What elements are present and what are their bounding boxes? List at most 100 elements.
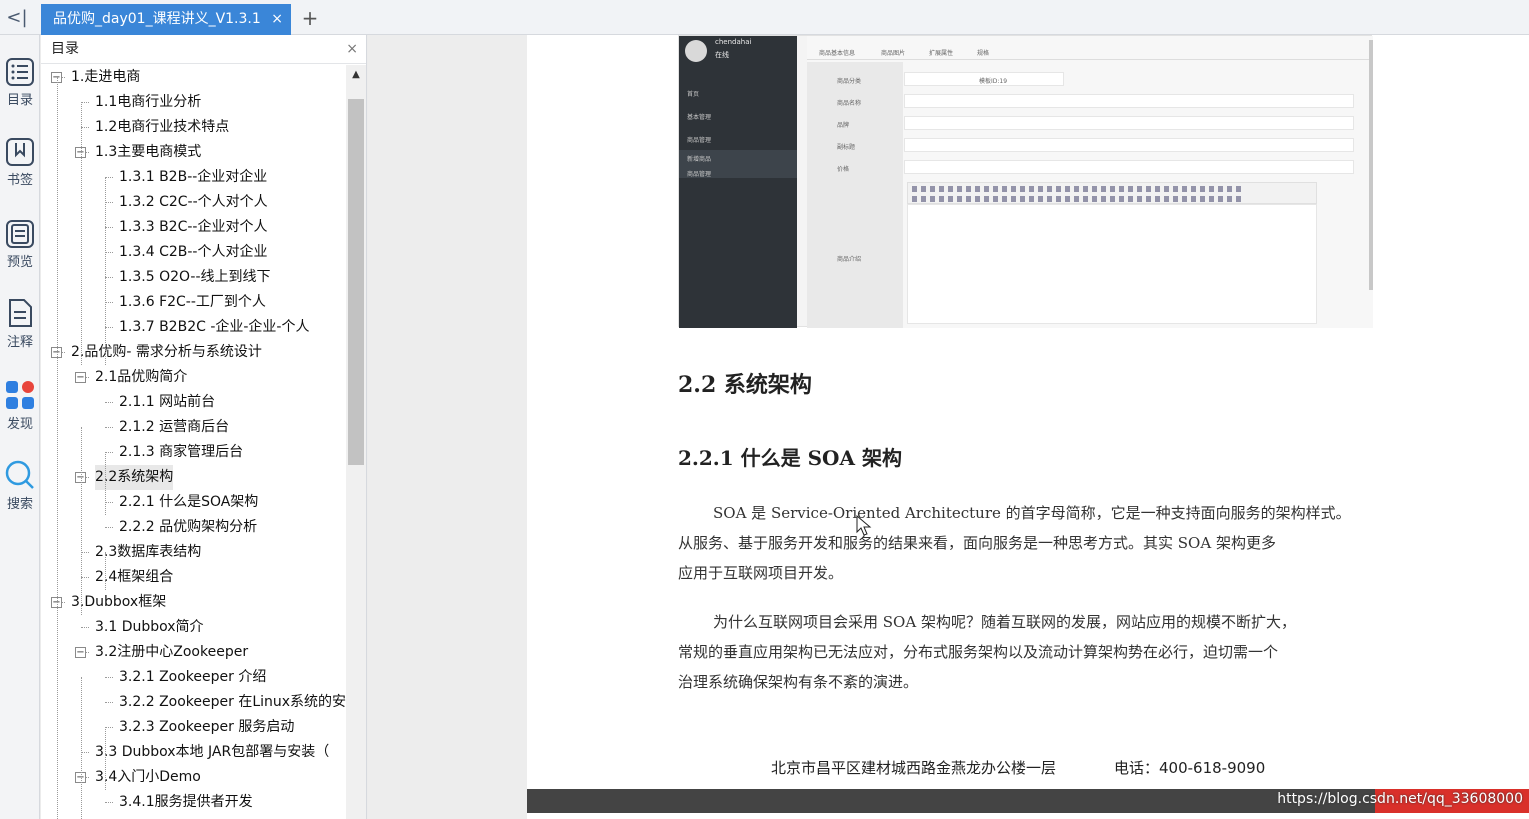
- toc-item[interactable]: 1.1电商行业分析: [95, 90, 201, 115]
- new-tab-button[interactable]: +: [298, 4, 322, 32]
- close-tab-icon[interactable]: ×: [271, 4, 283, 35]
- tree-connector: [81, 552, 89, 553]
- toc-item[interactable]: 3.Dubbox框架: [71, 590, 166, 615]
- toc-scrollbar[interactable]: ▲: [346, 65, 366, 819]
- tree-connector: [105, 427, 113, 428]
- tree-guide: [105, 727, 106, 790]
- screenshot-tabrow: 商品基本信息 商品图片 扩展属性 规格: [807, 44, 1373, 60]
- tree-connector: [105, 802, 113, 803]
- tree-connector: [105, 402, 113, 403]
- toc-item[interactable]: 2.1.3 商家管理后台: [119, 440, 243, 465]
- rail-label: 预览: [6, 255, 33, 270]
- close-toc-icon[interactable]: ×: [346, 35, 358, 63]
- screenshot-label: 副标题: [837, 144, 856, 151]
- tree-guide: [105, 177, 106, 365]
- toc-item[interactable]: 1.3.6 F2C--工厂到个人: [119, 290, 266, 315]
- toc-item[interactable]: 2.2.2 品优购架构分析: [119, 515, 257, 540]
- tree-connector: [81, 577, 89, 578]
- screenshot-input: [904, 94, 1354, 108]
- tree-connector: [105, 527, 113, 528]
- screenshot-tab: 商品基本信息: [819, 50, 856, 57]
- screenshot-template-id: 模板ID:19: [979, 78, 1008, 85]
- footer-address: 北京市昌平区建材城西路金燕龙办公楼一层: [771, 759, 1057, 777]
- toc-item[interactable]: 2.3数据库表结构: [95, 540, 201, 565]
- rail-annotation[interactable]: 注释: [0, 297, 40, 350]
- toc-item[interactable]: 2.1品优购简介: [95, 365, 187, 390]
- toc-item[interactable]: 1.3.3 B2C--企业对个人: [119, 215, 267, 240]
- tree-guide: [105, 452, 106, 515]
- screenshot-menu-item: 基本管理: [687, 114, 712, 121]
- toc-item[interactable]: 3.3 Dubbox本地 JAR包部署与安装（: [95, 740, 329, 765]
- toc-item[interactable]: 3.2.2 Zookeeper 在Linux系统的安: [119, 690, 346, 715]
- screenshot-sidebar: chendahai 在线 首页 基本管理 商品管理 新增商品 商品管理: [679, 36, 797, 328]
- toc-title: 目录: [51, 41, 79, 57]
- screenshot-editor-toolbar: [907, 182, 1317, 204]
- viewer-background: [368, 35, 527, 819]
- rail-search[interactable]: 搜索: [0, 459, 40, 512]
- watermark: https://blog.csdn.net/qq_33608000: [1277, 791, 1523, 807]
- scroll-thumb[interactable]: [348, 99, 364, 465]
- toc-item[interactable]: 3.4入门小Demo: [95, 765, 201, 790]
- toc-item[interactable]: 1.2电商行业技术特点: [95, 115, 229, 140]
- preview-icon: [6, 220, 34, 248]
- screenshot-editor: [907, 204, 1317, 324]
- screenshot-input: [904, 116, 1354, 130]
- tree-connector: [81, 752, 89, 753]
- paragraph-line: 应用于互联网项目开发。: [678, 564, 844, 582]
- collapse-sidebar-button[interactable]: <|: [2, 5, 32, 31]
- document-tab-title: 品优购_day01_课程讲义_V1.3.1: [53, 11, 261, 27]
- screenshot-label: 商品介绍: [837, 256, 862, 263]
- document-tab[interactable]: 品优购_day01_课程讲义_V1.3.1 ×: [41, 4, 291, 35]
- toc-item[interactable]: 2.2系统架构: [95, 465, 174, 490]
- tree-guide: [81, 427, 82, 615]
- toc-item[interactable]: 3.2注册中心Zookeeper: [95, 640, 248, 665]
- rail-preview[interactable]: 预览: [0, 219, 40, 270]
- toc-item[interactable]: 3.4.1服务提供者开发: [119, 790, 253, 815]
- toc-item[interactable]: 1.3.5 O2O--线上到线下: [119, 265, 271, 290]
- rail-toc[interactable]: 目录: [0, 57, 40, 108]
- toc-item[interactable]: 1.3主要电商模式: [95, 140, 201, 165]
- discover-icon: [6, 381, 34, 409]
- tree-connector: [105, 677, 113, 678]
- rail-label: 注释: [6, 335, 33, 350]
- toc-item[interactable]: 2.4框架组合: [95, 565, 173, 590]
- toc-item[interactable]: 2.2.1 什么是SOA架构: [119, 490, 258, 515]
- tree-connector: [105, 327, 113, 328]
- toc-item[interactable]: 1.3.1 B2B--企业对企业: [119, 165, 267, 190]
- rail-bookmark[interactable]: 书签: [0, 137, 40, 188]
- document-page: chendahai 在线 首页 基本管理 商品管理 新增商品 商品管理 商品基本…: [527, 35, 1529, 819]
- screenshot-toolbar-icons: [912, 196, 1242, 202]
- screenshot-status: 在线: [715, 51, 729, 59]
- scroll-up-icon[interactable]: ▲: [350, 69, 362, 81]
- screenshot-avatar: [685, 40, 707, 62]
- collapse-toggle-icon[interactable]: −: [75, 372, 86, 383]
- toc-item[interactable]: 2.1.2 运营商后台: [119, 415, 229, 440]
- toc-item[interactable]: 2.品优购- 需求分析与系统设计: [71, 340, 262, 365]
- toc-header: 目录 ×: [41, 35, 366, 64]
- tree-connector: [105, 202, 113, 203]
- section-heading: 2.2 系统架构: [678, 372, 812, 398]
- subsection-heading: 2.2.1 什么是 SOA 架构: [678, 446, 902, 470]
- tree-connector: [105, 452, 113, 453]
- toc-item[interactable]: 2.1.1 网站前台: [119, 390, 215, 415]
- screenshot-tab: 商品图片: [881, 50, 906, 57]
- toc-item[interactable]: 3.2.3 Zookeeper 服务启动: [119, 715, 294, 740]
- toc-item[interactable]: 3.1 Dubbox简介: [95, 615, 204, 640]
- screenshot-label: 价格: [837, 166, 850, 173]
- tree-connector: [105, 277, 113, 278]
- paragraph-line: SOA 是 Service-Oriented Architecture 的首字母…: [713, 504, 1351, 522]
- rail-discover[interactable]: 发现: [0, 379, 40, 432]
- tree-connector: [105, 727, 113, 728]
- collapse-toggle-icon[interactable]: −: [75, 647, 86, 658]
- screenshot-tab: 扩展属性: [929, 50, 954, 57]
- toc-item[interactable]: 1.3.7 B2B2C -企业-企业-个人: [119, 315, 309, 340]
- screenshot-label: 品牌: [837, 122, 850, 129]
- toc-item[interactable]: 3.2.1 Zookeeper 介绍: [119, 665, 266, 690]
- rail-label: 搜索: [6, 497, 33, 512]
- toc-item[interactable]: 1.走进电商: [71, 65, 140, 90]
- rail-label: 发现: [6, 417, 33, 432]
- toc-item[interactable]: 1.3.4 C2B--个人对企业: [119, 240, 267, 265]
- toc-item[interactable]: 1.3.2 C2C--个人对个人: [119, 190, 268, 215]
- screenshot-username: chendahai: [715, 38, 752, 46]
- screenshot-toolbar-icons: [912, 186, 1242, 192]
